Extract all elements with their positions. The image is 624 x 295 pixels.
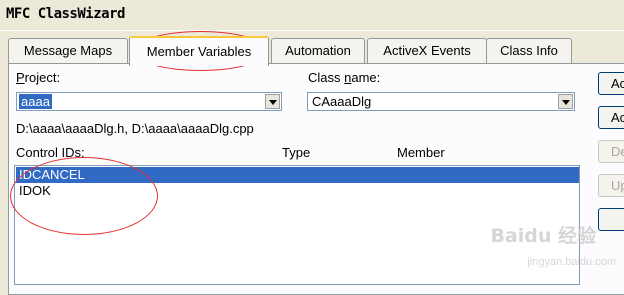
watermark-url: jingyan.baidu.com	[527, 256, 616, 268]
class-name-value: CAaaaDlg	[312, 94, 372, 109]
tab-label: Message Maps	[23, 43, 113, 58]
tab-strip: Message Maps Member Variables Automation…	[8, 36, 624, 66]
delete-variable-button[interactable]: De	[598, 140, 624, 163]
update-columns-button[interactable]: Up	[598, 174, 624, 197]
bind-all-button[interactable]	[598, 208, 624, 231]
control-ids-header: Control IDs:	[16, 145, 85, 160]
tab-member-variables[interactable]: Member Variables	[129, 36, 269, 66]
list-item[interactable]: IDCANCEL	[16, 167, 579, 183]
tab-label: Member Variables	[146, 44, 252, 59]
watermark-logo: Baidu 经验	[490, 225, 596, 247]
chevron-down-icon[interactable]	[265, 94, 280, 109]
class-name-combo[interactable]: CAaaaDlg	[307, 92, 575, 111]
title-bar: MFC ClassWizard	[0, 0, 624, 31]
tab-label: Automation	[285, 43, 351, 58]
tab-message-maps[interactable]: Message Maps	[8, 38, 128, 63]
tab-label: ActiveX Events	[383, 43, 471, 58]
tab-automation[interactable]: Automation	[271, 38, 365, 63]
tab-label: Class Info	[500, 43, 558, 58]
chevron-down-icon[interactable]	[558, 94, 573, 109]
project-combo[interactable]: aaaa	[16, 92, 282, 111]
files-path: D:\aaaa\aaaaDlg.h, D:\aaaa\aaaaDlg.cpp	[16, 121, 254, 136]
tab-activex-events[interactable]: ActiveX Events	[367, 38, 487, 63]
type-header: Type	[282, 145, 311, 160]
project-value: aaaa	[19, 94, 52, 109]
list-item[interactable]: IDOK	[16, 183, 579, 199]
member-header: Member	[397, 145, 445, 160]
add-variable-button[interactable]: Ac	[598, 106, 624, 129]
add-class-button[interactable]: Ac	[598, 72, 624, 95]
tab-class-info[interactable]: Class Info	[486, 38, 572, 63]
window-title: MFC ClassWizard	[6, 6, 125, 22]
class-name-label: Class name:	[308, 70, 381, 85]
project-label: Project:	[16, 70, 61, 85]
